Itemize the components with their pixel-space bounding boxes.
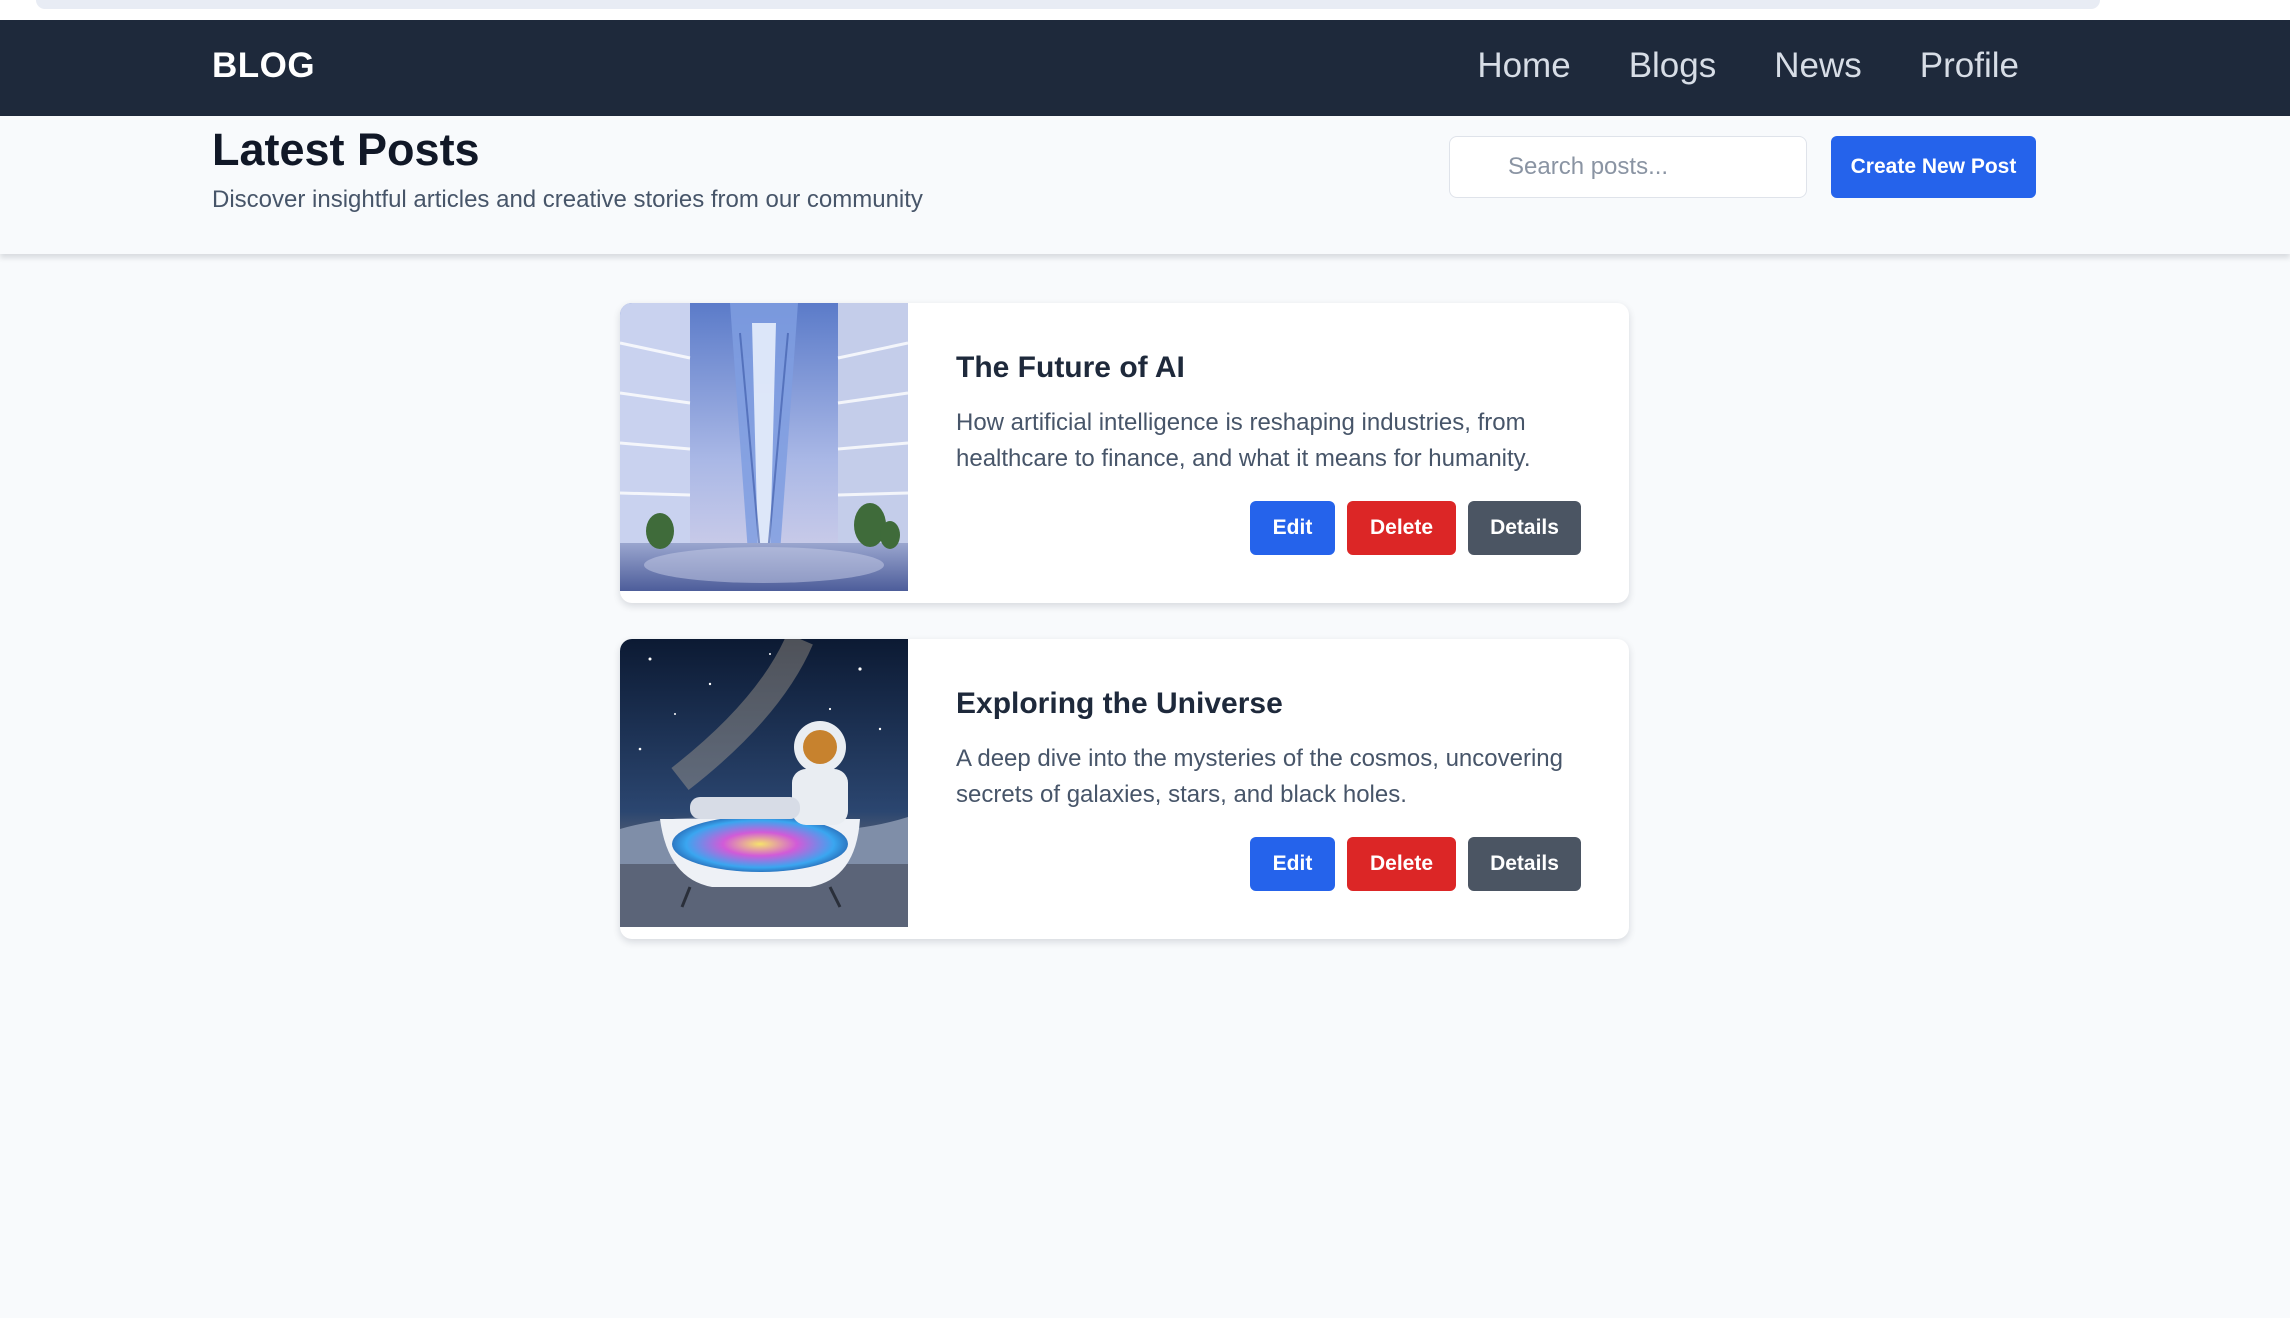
nav-link-profile[interactable]: Profile [1920, 46, 2019, 86]
search-box [1449, 136, 1807, 198]
brand-logo[interactable]: BLOG [212, 46, 315, 86]
nav-links: Home Blogs News Profile [1477, 46, 2019, 86]
futuristic-atrium-image [620, 303, 908, 591]
details-button[interactable]: Details [1468, 837, 1581, 891]
page-subtitle: Discover insightful articles and creativ… [212, 186, 923, 213]
details-button[interactable]: Details [1468, 501, 1581, 555]
astronaut-bathtub-image [620, 639, 908, 927]
post-thumbnail[interactable] [620, 303, 908, 591]
nav-link-home[interactable]: Home [1477, 46, 1570, 86]
post-list: The Future of AI How artificial intellig… [620, 303, 1629, 939]
page-title: Latest Posts [212, 124, 480, 175]
edit-button[interactable]: Edit [1250, 501, 1335, 555]
post-title[interactable]: The Future of AI [956, 351, 1596, 385]
post-thumbnail[interactable] [620, 639, 908, 927]
browser-tab-edge [36, 0, 2100, 9]
post-title[interactable]: Exploring the Universe [956, 687, 1596, 721]
post-card: The Future of AI How artificial intellig… [620, 303, 1629, 603]
post-card: Exploring the Universe A deep dive into … [620, 639, 1629, 939]
nav-link-blogs[interactable]: Blogs [1629, 46, 1717, 86]
top-navbar: BLOG Home Blogs News Profile [0, 20, 2290, 116]
search-input[interactable] [1508, 137, 1798, 197]
delete-button[interactable]: Delete [1347, 501, 1456, 555]
browser-top-strip [0, 0, 2290, 20]
post-body: The Future of AI How artificial intellig… [956, 351, 1596, 477]
post-excerpt: How artificial intelligence is reshaping… [956, 409, 1531, 472]
delete-button[interactable]: Delete [1347, 837, 1456, 891]
post-actions: Edit Delete Details [1250, 837, 1581, 891]
edit-button[interactable]: Edit [1250, 837, 1335, 891]
page-header: Latest Posts Discover insightful article… [0, 116, 2290, 254]
post-body: Exploring the Universe A deep dive into … [956, 687, 1596, 813]
nav-link-news[interactable]: News [1774, 46, 1862, 86]
create-post-button[interactable]: Create New Post [1831, 136, 2036, 198]
post-actions: Edit Delete Details [1250, 501, 1581, 555]
post-excerpt: A deep dive into the mysteries of the co… [956, 745, 1563, 808]
